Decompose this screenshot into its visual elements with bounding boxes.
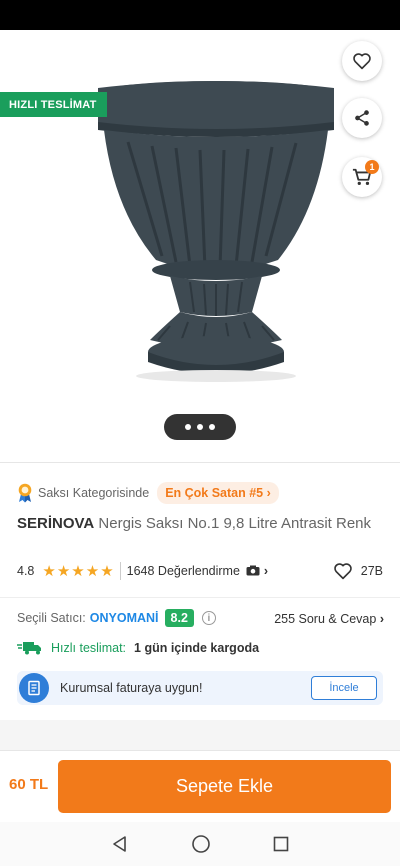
star-icon: ★ (71, 562, 85, 580)
star-icon: ★ (85, 562, 100, 580)
arrow-left-icon (21, 54, 41, 72)
delivery-row: Hızlı teslimat: 1 gün içinde kargoda (17, 641, 259, 655)
likes[interactable]: 27B (333, 562, 383, 580)
pager-dot (185, 424, 191, 430)
product-brand[interactable]: SERİNOVA (17, 515, 94, 532)
rating-row: 4.8 ★ ★ ★ ★ ★ 1648 Değerlendirme › 27B (17, 561, 383, 581)
qa-link[interactable]: 255 Soru & Cevap › (274, 612, 384, 626)
delivery-label: Hızlı teslimat: (51, 641, 127, 655)
price: 60 TL (9, 776, 49, 793)
reviews-count: 1648 Değerlendirme (126, 564, 240, 578)
cart-button[interactable]: 1 (342, 157, 382, 197)
product-name: Nergis Saksı No.1 9,8 Litre Antrasit Ren… (98, 515, 372, 532)
system-nav-bar (0, 822, 400, 866)
back-button[interactable] (14, 46, 48, 80)
image-pager[interactable] (164, 414, 236, 440)
invoice-text: Kurumsal faturaya uygun! (60, 681, 203, 695)
camera-icon (246, 565, 260, 576)
category-label: Saksı Kategorisinde (38, 486, 150, 500)
divider (119, 562, 121, 580)
rating-value: 4.8 (17, 564, 35, 578)
heart-icon (333, 563, 352, 580)
product-title: SERİNOVA Nergis Saksı No.1 9,8 Litre Ant… (17, 514, 377, 533)
fast-delivery-badge: HIZLI TESLİMAT (0, 92, 107, 117)
star-icon: ★ (56, 562, 71, 580)
star-icon: ★ (42, 562, 56, 580)
pager-dot (209, 424, 215, 430)
purchase-bar: 60 TL Sepete Ekle (0, 750, 400, 822)
share-icon (355, 110, 369, 126)
product-image-gallery[interactable]: HIZLI TESLİMAT 1 (0, 30, 400, 462)
star-icon: ★ (100, 562, 114, 580)
reviews-link[interactable]: 1648 Değerlendirme › (127, 564, 268, 578)
bestseller-rank-text: En Çok Satan #5 (165, 486, 264, 500)
seller-info: Seçili Satıcı: ONYOMANİ 8.2 i (17, 609, 216, 627)
rating-stars: ★ ★ ★ ★ ★ (42, 564, 113, 579)
category-rank-row[interactable]: Saksı Kategorisinde En Çok Satan #5 › (17, 481, 279, 505)
seller-name[interactable]: ONYOMANİ (90, 611, 159, 625)
truck-icon (17, 642, 41, 655)
invoice-review-button[interactable]: İncele (311, 676, 377, 700)
chevron-right-icon: › (379, 612, 384, 626)
seller-score-badge: 8.2 (164, 609, 194, 627)
nav-back-icon[interactable] (111, 835, 129, 853)
invoice-icon (19, 673, 49, 703)
info-icon[interactable]: i (201, 611, 216, 625)
likes-count: 27B (360, 564, 383, 578)
heart-icon (353, 53, 371, 70)
chevron-right-icon: › (263, 564, 269, 578)
nav-recents-icon[interactable] (273, 836, 289, 852)
add-to-cart-button[interactable]: Sepete Ekle (58, 760, 391, 813)
status-bar (0, 0, 400, 30)
product-info-panel: Saksı Kategorisinde En Çok Satan #5 › SE… (0, 462, 400, 720)
corporate-invoice-banner: Kurumsal faturaya uygun! İncele (17, 671, 383, 705)
pager-dot (197, 424, 203, 430)
section-separator (0, 720, 400, 750)
seller-label: Seçili Satıcı: (17, 611, 86, 625)
award-badge-icon (18, 483, 32, 503)
delivery-value: 1 gün içinde kargoda (134, 641, 260, 655)
cart-count-badge: 1 (365, 160, 379, 174)
nav-home-icon[interactable] (191, 834, 211, 854)
share-button[interactable] (342, 98, 382, 138)
favorite-button[interactable] (342, 41, 382, 81)
qa-count: 255 Soru & Cevap (274, 612, 377, 626)
bestseller-rank-pill[interactable]: En Çok Satan #5 › (157, 482, 279, 504)
seller-row: Seçili Satıcı: ONYOMANİ 8.2 i 255 Soru &… (0, 597, 400, 637)
